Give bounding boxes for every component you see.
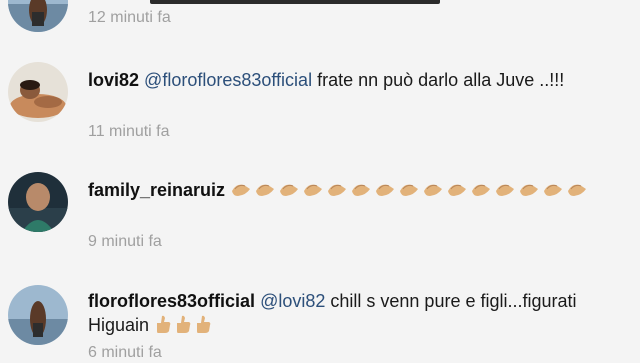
clapping-hands-icon	[350, 179, 372, 199]
emoji-row	[154, 315, 214, 335]
thumbs-up-icon	[194, 314, 212, 334]
comment-username[interactable]: lovi82	[88, 70, 139, 90]
comment-text: lovi82 @floroflores83official frate nn p…	[88, 68, 636, 92]
comment-timestamp: 9 minuti fa	[88, 233, 162, 250]
comment-username[interactable]: family_reinaruiz	[88, 180, 225, 200]
comment-feed: 12 minuti fa lovi82 @floroflores83offici…	[0, 0, 640, 361]
clapping-hands-icon	[230, 179, 252, 199]
thumbs-up-icon	[154, 314, 172, 334]
comment-mention[interactable]: @lovi82	[260, 291, 325, 311]
clapping-hands-icon	[302, 179, 324, 199]
thumbs-up-icon	[174, 314, 192, 334]
truncated-comment-text	[150, 0, 440, 4]
comment-timestamp: 11 minuti fa	[88, 123, 170, 140]
clapping-hands-icon	[398, 179, 420, 199]
comment-text: floroflores83official @lovi82 chill s ve…	[88, 289, 636, 337]
clapping-hands-icon	[518, 179, 540, 199]
clapping-hands-icon	[326, 179, 348, 199]
emoji-row	[230, 180, 590, 200]
avatar[interactable]	[8, 285, 68, 345]
clapping-hands-icon	[374, 179, 396, 199]
clapping-hands-icon	[470, 179, 492, 199]
comment-username[interactable]: floroflores83official	[88, 291, 255, 311]
clapping-hands-icon	[494, 179, 516, 199]
comment-timestamp: 12 minuti fa	[88, 9, 171, 26]
avatar[interactable]	[8, 62, 68, 122]
avatar[interactable]	[8, 0, 68, 32]
clapping-hands-icon	[566, 179, 588, 199]
comment-text: family_reinaruiz	[88, 178, 636, 202]
clapping-hands-icon	[254, 179, 276, 199]
clapping-hands-icon	[542, 179, 564, 199]
comment-message: frate nn può darlo alla Juve ..!!!	[317, 70, 565, 90]
clapping-hands-icon	[422, 179, 444, 199]
clapping-hands-icon	[446, 179, 468, 199]
clapping-hands-icon	[278, 179, 300, 199]
comment-mention[interactable]: @floroflores83official	[144, 70, 312, 90]
avatar[interactable]	[8, 172, 68, 232]
comment-timestamp: 6 minuti fa	[88, 344, 162, 361]
